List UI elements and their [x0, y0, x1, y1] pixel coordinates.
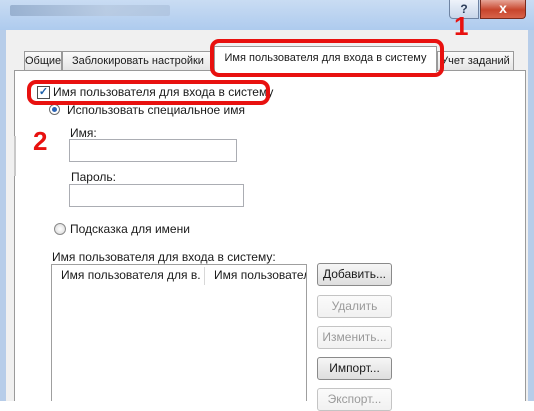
- password-label: Пароль:: [71, 170, 116, 184]
- import-button[interactable]: Импорт...: [317, 357, 392, 380]
- export-button[interactable]: Экспорт...: [317, 388, 392, 411]
- tab-general[interactable]: Общие: [24, 51, 62, 71]
- column-header-user-name[interactable]: Имя пользователя для в...: [61, 265, 201, 287]
- callout-frame-step-2: [27, 80, 270, 105]
- radio-custom-name-label: Использовать специальное имя: [67, 103, 245, 117]
- panel-edge: [14, 136, 16, 176]
- user-list-label: Имя пользователя для входа в систему:: [52, 250, 276, 264]
- radio-name-hint[interactable]: [54, 223, 66, 235]
- step-number-2: 2: [33, 126, 48, 156]
- window-title: [10, 5, 170, 16]
- password-input[interactable]: [69, 184, 244, 207]
- callout-frame-step-1: [210, 39, 444, 77]
- name-label: Имя:: [70, 126, 97, 140]
- step-number-1: 1: [454, 11, 469, 41]
- close-button[interactable]: x: [480, 0, 526, 19]
- column-divider[interactable]: [204, 267, 205, 285]
- window-frame-right: [528, 30, 534, 401]
- name-input[interactable]: [69, 139, 237, 162]
- edit-button[interactable]: Изменить...: [317, 326, 392, 349]
- tab-job-accounting[interactable]: Учет заданий: [437, 51, 514, 71]
- radio-custom-name-dot: [52, 107, 57, 112]
- tab-lock-settings[interactable]: Заблокировать настройки: [62, 51, 214, 71]
- delete-button[interactable]: Удалить: [317, 295, 392, 318]
- column-header-user[interactable]: Имя пользователя: [214, 265, 306, 287]
- add-button[interactable]: Добавить...: [317, 263, 392, 286]
- user-list[interactable]: Имя пользователя для в... Имя пользовате…: [51, 264, 307, 401]
- radio-name-hint-label: Подсказка для имени: [70, 222, 190, 236]
